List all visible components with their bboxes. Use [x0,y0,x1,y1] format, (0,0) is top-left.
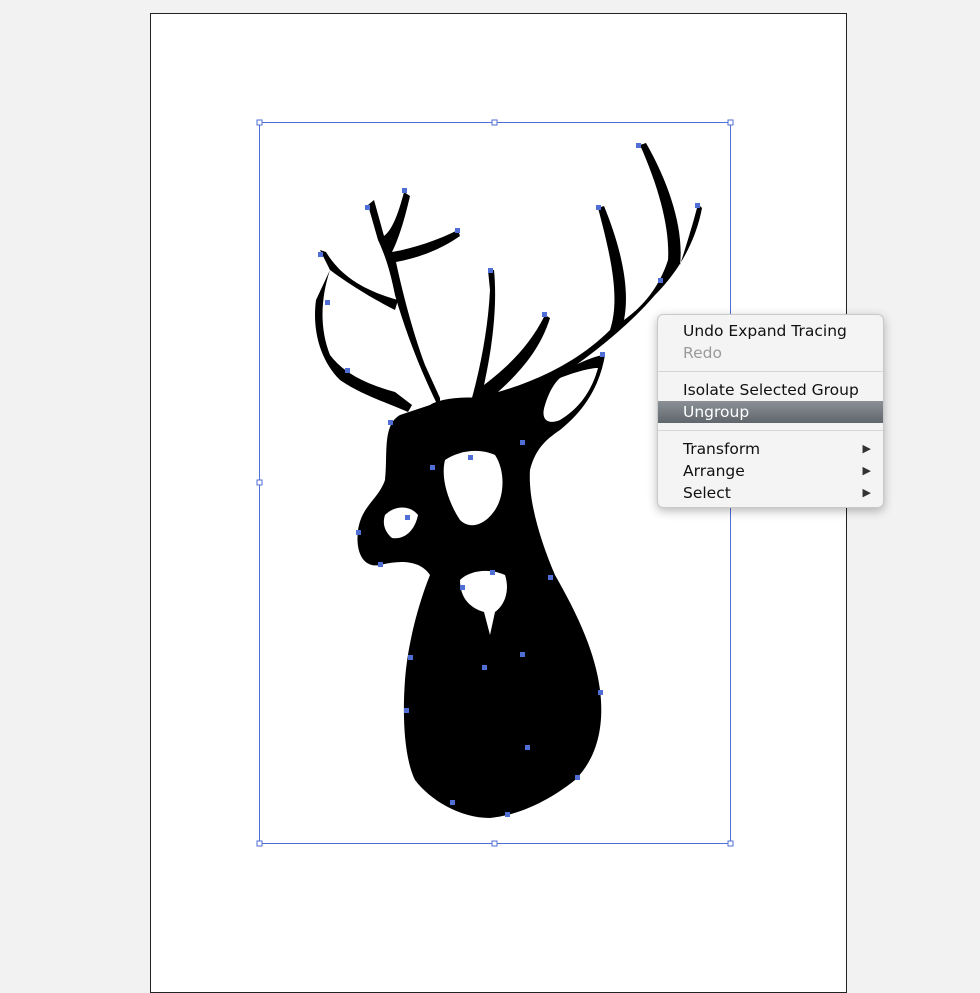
handle-middle-left[interactable] [256,479,263,486]
handle-top-right[interactable] [727,119,734,126]
handle-top-middle[interactable] [491,119,498,126]
handle-bottom-right[interactable] [727,840,734,847]
menu-item-select[interactable]: Select ▶ [658,482,883,504]
handle-bottom-left[interactable] [256,840,263,847]
menu-item-isolate-selected-group[interactable]: Isolate Selected Group [658,379,883,401]
handle-bottom-middle[interactable] [491,840,498,847]
menu-item-label: Arrange [683,462,745,480]
menu-item-arrange[interactable]: Arrange ▶ [658,460,883,482]
menu-item-label: Ungroup [683,403,750,421]
stag-silhouette[interactable] [315,143,702,818]
menu-separator [658,430,883,431]
menu-item-label: Isolate Selected Group [683,381,859,399]
triangle-right-icon: ▶ [862,486,871,499]
menu-item-label: Redo [683,344,722,362]
menu-item-ungroup[interactable]: Ungroup [658,401,883,423]
menu-item-redo: Redo [658,342,883,364]
menu-item-label: Undo Expand Tracing [683,322,847,340]
menu-item-label: Transform [683,440,761,458]
triangle-right-icon: ▶ [862,464,871,477]
menu-separator [658,371,883,372]
context-menu: Undo Expand Tracing Redo Isolate Selecte… [657,314,884,508]
menu-item-transform[interactable]: Transform ▶ [658,438,883,460]
menu-item-undo-expand-tracing[interactable]: Undo Expand Tracing [658,320,883,342]
left-antler [315,192,460,412]
menu-item-label: Select [683,484,731,502]
triangle-right-icon: ▶ [862,442,871,455]
handle-top-left[interactable] [256,119,263,126]
